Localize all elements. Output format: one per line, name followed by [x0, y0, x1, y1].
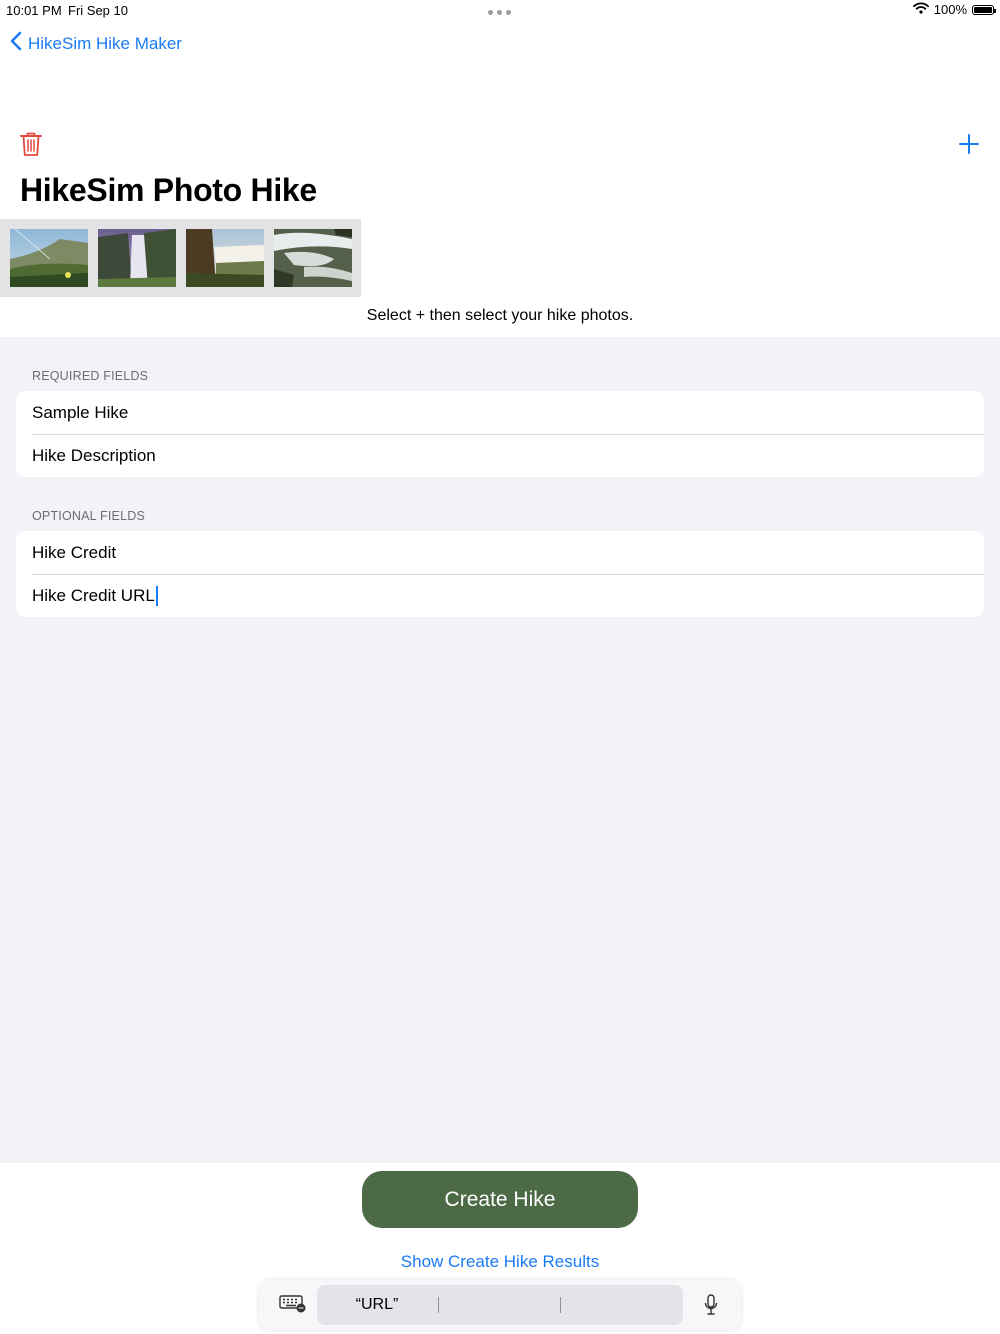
- photo-strip: [0, 219, 361, 297]
- suggestion-bar: “URL”: [317, 1285, 683, 1325]
- back-button[interactable]: HikeSim Hike Maker: [10, 31, 182, 56]
- battery-percentage: 100%: [933, 2, 967, 17]
- suggestion-item[interactable]: [439, 1285, 560, 1325]
- show-results-link[interactable]: Show Create Hike Results: [0, 1252, 1000, 1272]
- page-title: HikeSim Photo Hike: [20, 172, 317, 208]
- hike-name-value: Sample Hike: [32, 402, 129, 422]
- hike-credit-value: Hike Credit: [32, 542, 117, 562]
- trash-icon: [19, 132, 43, 161]
- suggestion-item[interactable]: “URL”: [317, 1285, 437, 1325]
- hike-description-value: Hike Description: [32, 445, 156, 465]
- plus-icon: [958, 134, 980, 159]
- battery-icon: [972, 4, 996, 15]
- hike-credit-url-field[interactable]: Hike Credit URL: [16, 574, 984, 617]
- status-indicators: 100%: [912, 2, 996, 17]
- optional-fields-header: OPTIONAL FIELDS: [32, 509, 145, 523]
- hike-credit-url-value: Hike Credit URL: [32, 585, 155, 605]
- wifi-icon: [912, 2, 929, 17]
- microphone-icon[interactable]: [704, 1294, 718, 1321]
- optional-fields-group: Hike Credit Hike Credit URL: [16, 531, 984, 617]
- hike-credit-field[interactable]: Hike Credit: [16, 531, 984, 574]
- add-photos-button[interactable]: [958, 133, 980, 160]
- hike-description-field[interactable]: Hike Description: [16, 434, 984, 477]
- cascade-photo[interactable]: [274, 229, 352, 287]
- required-fields-header: REQUIRED FIELDS: [32, 369, 149, 383]
- falls-photo[interactable]: [186, 229, 264, 287]
- instruction-text: Select + then select your hike photos.: [366, 307, 634, 324]
- waterfall-photo[interactable]: [98, 229, 176, 287]
- hike-name-field[interactable]: Sample Hike: [16, 391, 984, 434]
- suggestion-item[interactable]: [561, 1285, 683, 1325]
- back-button-label: HikeSim Hike Maker: [28, 33, 182, 53]
- required-fields-group: Sample Hike Hike Description: [16, 391, 984, 477]
- status-date: Fri Sep 10: [68, 3, 128, 18]
- keyboard-shortcut-bar: “URL”: [259, 1280, 741, 1330]
- keyboard-icon[interactable]: [279, 1295, 307, 1318]
- delete-button[interactable]: [19, 131, 43, 162]
- meadow-photo[interactable]: [10, 229, 88, 287]
- chevron-left-icon: [10, 31, 22, 56]
- multitasking-dots[interactable]: [488, 10, 511, 15]
- status-time: 10:01 PM: [6, 3, 62, 18]
- text-cursor: [155, 585, 158, 606]
- create-hike-button[interactable]: Create Hike: [362, 1171, 638, 1228]
